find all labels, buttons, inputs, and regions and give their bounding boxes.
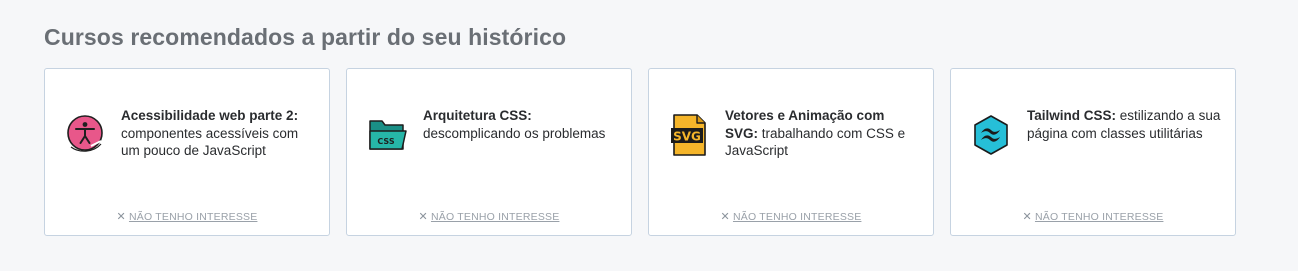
tailwind-icon (971, 113, 1011, 157)
course-title[interactable]: Vetores e Animação com SVG: trabalhando … (725, 107, 921, 160)
not-interested-button[interactable]: ✕ NÃO TENHO INTERESSE (951, 210, 1235, 223)
close-icon: ✕ (116, 211, 126, 223)
course-title[interactable]: Acessibilidade web parte 2: componentes … (121, 107, 317, 160)
not-interested-button[interactable]: ✕ NÃO TENHO INTERESSE (347, 210, 631, 223)
course-card-svg[interactable]: SVG Vetores e Animação com SVG: trabalha… (648, 68, 934, 236)
section-title: Cursos recomendados a partir do seu hist… (44, 24, 567, 50)
accessibility-icon (65, 113, 105, 157)
close-icon: ✕ (1022, 211, 1032, 223)
not-interested-button[interactable]: ✕ NÃO TENHO INTERESSE (649, 210, 933, 223)
css-folder-icon: CSS (367, 113, 407, 157)
course-title[interactable]: Arquitetura CSS: descomplicando os probl… (423, 107, 619, 142)
svg-file-icon: SVG (669, 113, 709, 157)
course-card-tailwind[interactable]: Tailwind CSS: estilizando a sua página c… (950, 68, 1236, 236)
not-interested-button[interactable]: ✕ NÃO TENHO INTERESSE (45, 210, 329, 223)
svg-icon-label: SVG (673, 130, 701, 144)
close-icon: ✕ (720, 211, 730, 223)
course-title[interactable]: Tailwind CSS: estilizando a sua página c… (1027, 107, 1223, 142)
css-icon-label: CSS (377, 137, 394, 146)
course-card-accessibility[interactable]: Acessibilidade web parte 2: componentes … (44, 68, 330, 236)
course-card-css-architecture[interactable]: CSS Arquitetura CSS: descomplicando os p… (346, 68, 632, 236)
close-icon: ✕ (418, 211, 428, 223)
